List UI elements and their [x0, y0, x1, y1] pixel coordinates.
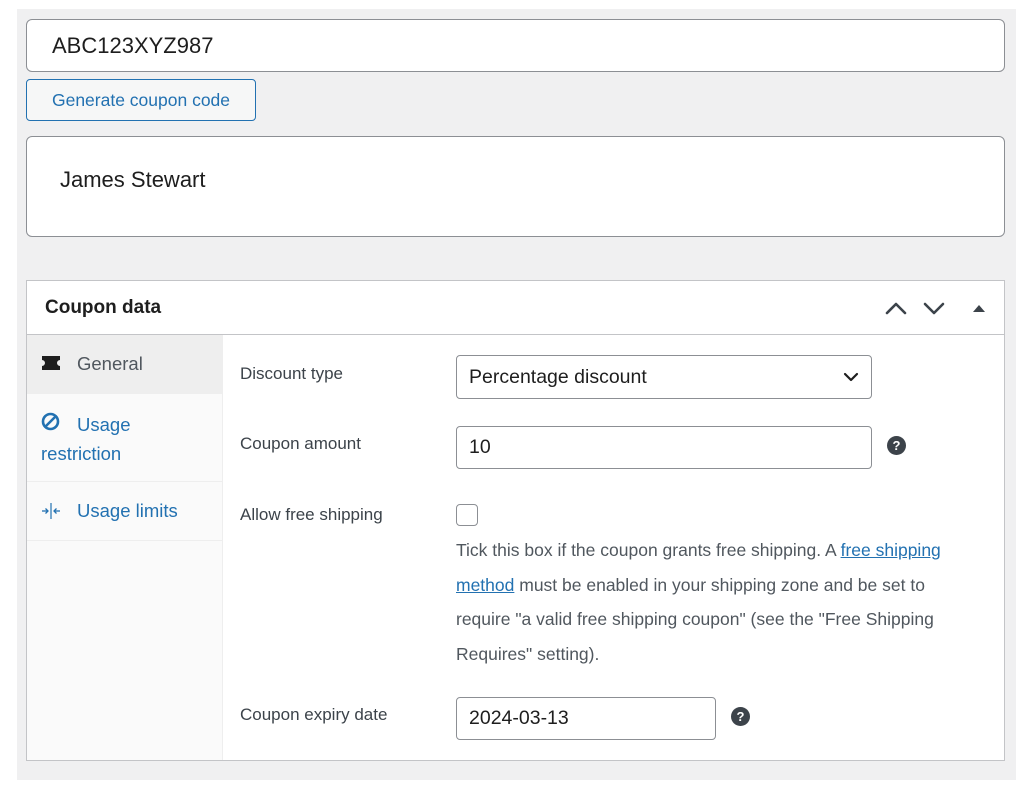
coupon-amount-label: Coupon amount	[240, 434, 361, 453]
tab-usage-limits-label: Usage limits	[77, 500, 178, 521]
tab-usage-limits[interactable]: Usage limits	[27, 482, 222, 541]
help-icon[interactable]: ?	[731, 707, 750, 726]
discount-type-value: Percentage discount	[469, 366, 647, 388]
coupon-code-input[interactable]	[26, 19, 1005, 72]
free-shipping-label: Allow free shipping	[240, 505, 383, 524]
discount-type-label: Discount type	[240, 364, 343, 383]
chevron-down-icon	[843, 372, 859, 382]
tab-usage-restriction[interactable]: Usage restriction	[27, 394, 222, 482]
coupon-amount-input[interactable]	[456, 426, 872, 469]
free-shipping-desc-after: must be enabled in your shipping zone an…	[456, 574, 934, 664]
chevron-up-icon[interactable]	[883, 295, 909, 321]
limits-icon	[42, 503, 60, 519]
coupon-description-text: James Stewart	[60, 167, 206, 192]
tab-general[interactable]: General	[27, 335, 222, 394]
coupon-expiry-input[interactable]	[456, 697, 716, 740]
panel-title: Coupon data	[45, 297, 162, 318]
free-shipping-description: Tick this box if the coupon grants free …	[456, 533, 961, 671]
free-shipping-desc-before: Tick this box if the coupon grants free …	[456, 540, 841, 560]
chevron-down-icon[interactable]	[921, 295, 947, 321]
coupon-expiry-label: Coupon expiry date	[240, 705, 388, 724]
coupon-tabs: General Usage restriction Usage limits	[27, 335, 223, 760]
panel-header: Coupon data	[27, 281, 1004, 335]
coupon-description-field[interactable]: James Stewart	[26, 136, 1005, 237]
coupon-data-panel: Coupon data General Usage restriction Us…	[26, 280, 1005, 761]
ticket-icon	[42, 356, 60, 370]
free-shipping-checkbox[interactable]	[456, 504, 478, 526]
help-icon[interactable]: ?	[887, 436, 906, 455]
collapse-toggle-icon[interactable]	[966, 295, 992, 321]
generate-coupon-code-button[interactable]: Generate coupon code	[26, 79, 256, 121]
discount-type-select[interactable]: Percentage discount	[456, 355, 872, 399]
tab-general-label: General	[77, 353, 143, 374]
tab-usage-restriction-label: Usage restriction	[41, 414, 131, 464]
